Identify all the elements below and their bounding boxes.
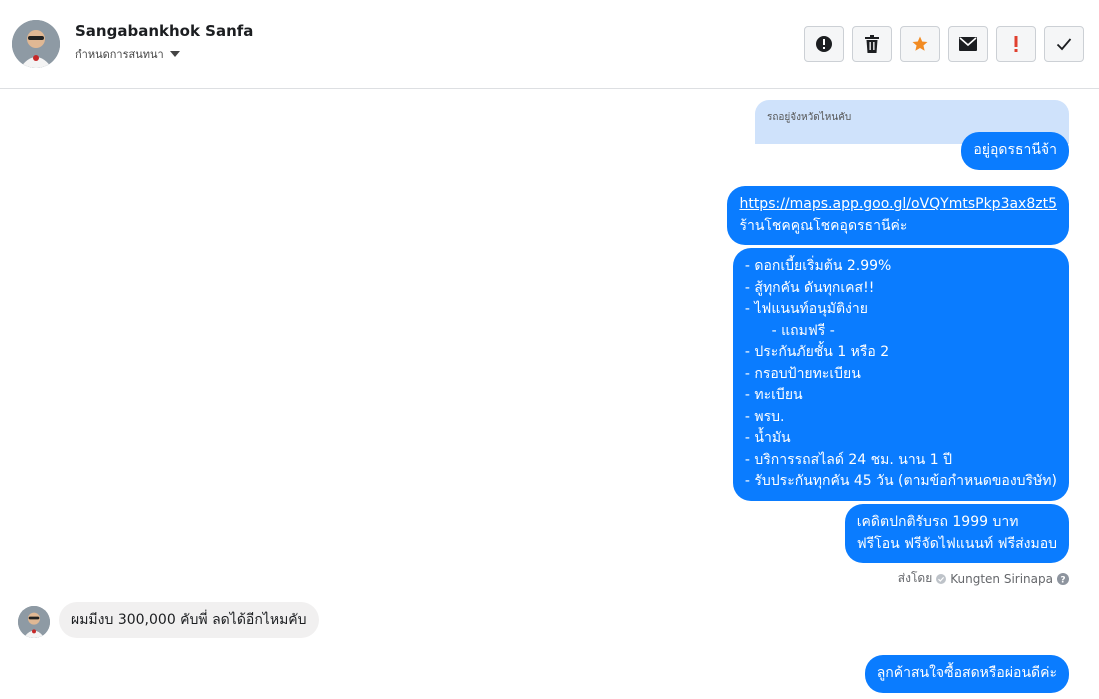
- promo-line: - แถมฟรี -: [744, 322, 835, 339]
- contact-avatar-small[interactable]: [18, 606, 50, 638]
- map-link[interactable]: https://maps.app.goo.gl/oVQYmtsPkp3ax8zt…: [739, 194, 1057, 216]
- message-bubble-promo: - ดอกเบี้ยเริ่มต้น 2.99% - สู้ทุกคัน ดัน…: [732, 248, 1069, 501]
- credit-line: เคดิตปกติรับรถ 1999 บาท: [856, 514, 1019, 530]
- delete-button[interactable]: [852, 26, 892, 62]
- message-text: ผมมีงบ 300,000 คับพี่ ลดได้อีกไหมคับ: [71, 612, 307, 628]
- message-text: อยู่อุดรธานีจ้า: [973, 142, 1057, 158]
- sent-by-prefix: ส่งโดย: [897, 571, 933, 585]
- conversation-settings-label: กำหนดการสนทนา: [75, 48, 164, 61]
- message-text: ลูกค้าสนใจซื้อสดหรือผ่อนดีค่ะ: [876, 665, 1057, 681]
- message-bubble-credit: เคดิตปกติรับรถ 1999 บาท ฟรีโอน ฟรีจัดไฟแ…: [844, 504, 1069, 563]
- promo-line: - น้ำมัน: [744, 430, 791, 446]
- contact-name: Sangabankhok Sanfa: [75, 22, 254, 40]
- conversation-settings-dropdown[interactable]: กำหนดการสนทนา: [75, 45, 180, 63]
- verified-check-icon: [936, 573, 947, 584]
- credit-line: ฟรีโอน ฟรีจัดไฟแนนท์ ฟรีส่งมอบ: [856, 535, 1057, 552]
- promo-line: - บริการรถสไลด์ 24 ชม. นาน 1 ปี: [744, 451, 952, 468]
- promo-line: - สู้ทุกคัน ดันทุกเคส!!: [744, 279, 875, 296]
- star-button[interactable]: [900, 26, 940, 62]
- mark-done-button[interactable]: [1044, 26, 1084, 62]
- caret-down-icon: [169, 51, 180, 57]
- quoted-message-text: รถอยู่จังหวัดไหนคับ: [767, 112, 852, 123]
- shop-name-text: ร้านโชคคูณโชคอุดรธานีค่ะ: [739, 217, 908, 234]
- message-bubble-location: อยู่อุดรธานีจ้า: [961, 132, 1069, 170]
- exclamation-icon: [1014, 36, 1018, 52]
- mark-spam-button[interactable]: [804, 26, 844, 62]
- sent-by-name: Kungten Sirinapa: [950, 571, 1053, 586]
- alert-circle-icon: [816, 36, 832, 52]
- promo-line: - ประกันภัยชั้น 1 หรือ 2: [744, 344, 890, 360]
- message-bubble-last: ลูกค้าสนใจซื้อสดหรือผ่อนดีค่ะ: [864, 655, 1069, 693]
- contact-avatar[interactable]: [12, 20, 60, 68]
- check-icon: [1056, 38, 1072, 51]
- promo-line: - กรอบป้ายทะเบียน: [744, 365, 861, 382]
- incoming-message-bubble: ผมมีงบ 300,000 คับพี่ ลดได้อีกไหมคับ: [59, 602, 319, 638]
- envelope-icon: [959, 37, 977, 51]
- promo-line: - ไฟแนนท์อนุมัติง่าย: [744, 301, 868, 317]
- message-thread[interactable]: รถอยู่จังหวัดไหนคับ อยู่อุดรธานีจ้า http…: [0, 90, 1099, 699]
- promo-line: - พรบ.: [744, 408, 785, 425]
- mark-unread-button[interactable]: [948, 26, 988, 62]
- promo-line: - ดอกเบี้ยเริ่มต้น 2.99%: [744, 258, 892, 274]
- sent-by-info: ส่งโดย Kungten Sirinapa ?: [898, 569, 1069, 588]
- promo-line: - ทะเบียน: [744, 387, 803, 403]
- star-icon: [912, 36, 928, 51]
- follow-up-button[interactable]: [996, 26, 1036, 62]
- promo-line: - รับประกันทุกคัน 45 วัน (ตามข้อกำหนดของ…: [744, 473, 1057, 489]
- trash-icon: [865, 35, 879, 53]
- message-bubble-map-link: https://maps.app.goo.gl/oVQYmtsPkp3ax8zt…: [727, 186, 1069, 245]
- conversation-toolbar: [804, 26, 1084, 62]
- conversation-header: Sangabankhok Sanfa กำหนดการสนทนา: [0, 0, 1099, 89]
- help-icon[interactable]: ?: [1057, 572, 1069, 585]
- svg-text:?: ?: [1060, 575, 1065, 585]
